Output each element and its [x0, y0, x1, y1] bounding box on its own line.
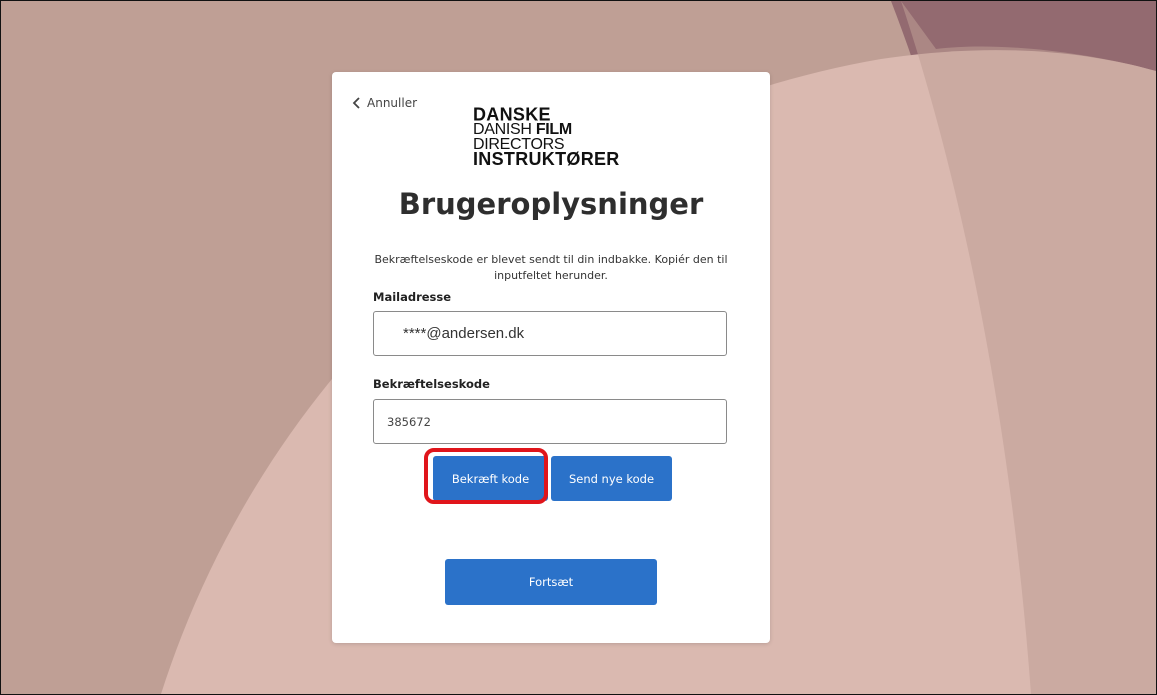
logo-line-3: INSTRUKTØRER [473, 149, 620, 169]
email-label: Mailadresse [373, 290, 452, 304]
browser-viewport: Annuller DANSKE DANISH FILM DIRECTORS IN… [0, 0, 1157, 695]
verification-code-value: 385672 [387, 414, 431, 429]
continue-button[interactable]: Fortsæt [445, 559, 657, 605]
send-new-code-button[interactable]: Send nye kode [551, 456, 672, 501]
chevron-left-icon [352, 97, 360, 109]
logo-line-2: DANISH FILM DIRECTORS [473, 122, 643, 153]
code-label: Bekræftelseskode [373, 377, 490, 391]
page-title: Brugeroplysninger [398, 187, 704, 221]
intro-text: Bekræftelseskode er blevet sendt til din… [374, 253, 728, 282]
cancel-link[interactable]: Annuller [352, 96, 417, 110]
verification-code-field[interactable]: 385672 [373, 399, 727, 444]
user-info-card: Annuller DANSKE DANISH FILM DIRECTORS IN… [332, 72, 770, 643]
verify-code-highlight [424, 448, 548, 504]
cancel-label: Annuller [367, 96, 418, 110]
logo-line-1: DANSKE [473, 103, 551, 125]
danish-film-directors-logo: DANSKE DANISH FILM DIRECTORS INSTRUKTØRE… [473, 103, 643, 169]
email-value: ****@andersen.dk [403, 325, 525, 342]
email-field[interactable]: ****@andersen.dk [373, 311, 727, 356]
